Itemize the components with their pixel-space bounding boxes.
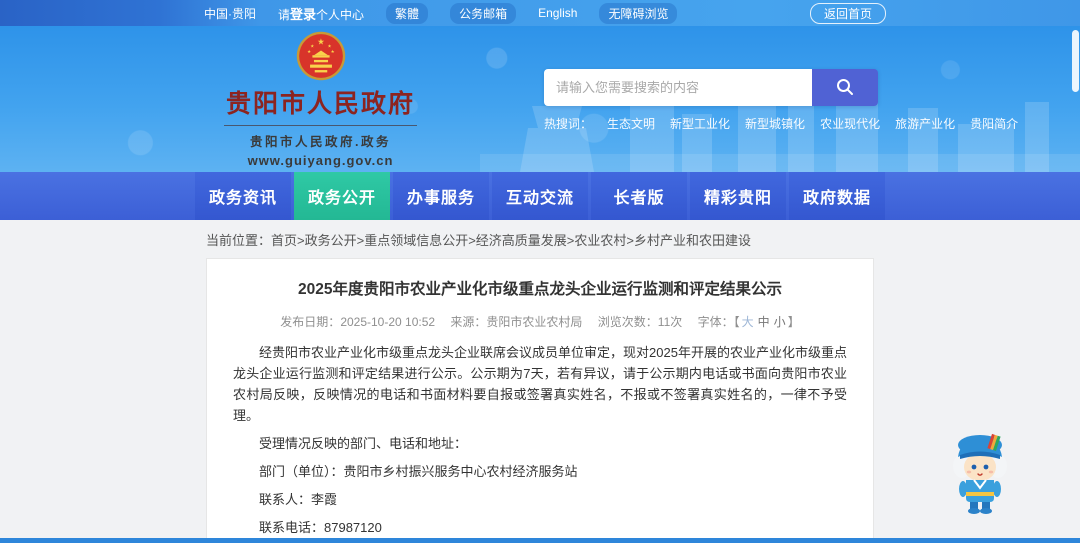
hot-search-link[interactable]: 农业现代化 (820, 115, 880, 132)
hot-search-link[interactable]: 旅游产业化 (895, 115, 955, 132)
return-home-button[interactable]: 返回首页 (809, 2, 886, 24)
hot-search-link[interactable]: 生态文明 (607, 115, 655, 132)
nav-item[interactable]: 政府数据 (789, 172, 885, 220)
search-input[interactable] (544, 68, 812, 106)
article-paragraph: 部门（单位）：贵阳市乡村振兴服务中心农村经济服务站 (259, 463, 578, 479)
nav-item[interactable]: 长者版 (591, 172, 687, 220)
bracket-close: 】 (787, 314, 800, 329)
login-bold: 登录 (290, 6, 317, 22)
main-content-area: 当前位置：首页>政务公开>重点领域信息公开>经济高质量发展>农业农村>乡村产业和… (0, 220, 1080, 543)
login-suffix: 个人中心 (316, 7, 365, 22)
hot-search-link[interactable]: 新型工业化 (670, 115, 730, 132)
search-area: 热搜词： 生态文明新型工业化新型城镇化农业现代化旅游产业化贵阳简介 (544, 68, 1018, 132)
breadcrumb: 当前位置：首页>政务公开>重点领域信息公开>经济高质量发展>农业农村>乡村产业和… (190, 220, 890, 258)
nav-item[interactable]: 政务资讯 (195, 172, 291, 220)
site-title: 贵阳市人民政府 (224, 81, 418, 126)
article-body: 经贵阳市农业产业化市级重点龙头企业联席会议成员单位审定，现对2025年开展的农业… (233, 342, 847, 543)
bracket-open: 【 (733, 314, 740, 329)
breadcrumb-label: 当前位置： (206, 233, 272, 248)
hot-search-bar: 热搜词： 生态文明 新型工业化 新型城镇化 农业现代化 旅游产业化 贵阳简介 (544, 115, 1018, 132)
hot-search-link[interactable]: 贵阳简介 (970, 115, 1018, 132)
bottom-blue-strip (0, 538, 1080, 543)
nav-item[interactable]: 互动交流 (492, 172, 588, 220)
breadcrumb-path[interactable]: 首页>政务公开>重点领域信息公开>经济高质量发展>农业农村>乡村产业和农田建设 (271, 233, 751, 248)
national-emblem-icon: ★ ★ ★ ★ ★ (296, 31, 345, 80)
search-icon (837, 79, 853, 95)
publish-date: 2025-10-20 10:52 (340, 314, 436, 329)
font-size-large-button[interactable]: 大 (742, 315, 754, 329)
main-navbar: 政务资讯 政务公开 办事服务 互动交流 长者版 精彩贵阳 政府数据 (0, 172, 1080, 220)
source-label: 来源： (450, 314, 487, 329)
scrollbar-thumb[interactable] (1072, 30, 1079, 92)
hot-search-link[interactable]: 新型城镇化 (745, 115, 805, 132)
nav-item[interactable]: 精彩贵阳 (690, 172, 786, 220)
article-paragraph: 联系人：李霞 (259, 491, 338, 507)
article-paragraph: 联系电话：87987120 (259, 519, 382, 535)
article-paragraph: 受理情况反映的部门、电话和地址： (259, 435, 468, 451)
topbar-link-gov-mail[interactable]: 公务邮箱 (450, 2, 517, 24)
nav-item[interactable]: 政务公开 (294, 172, 390, 220)
article-paragraph: 经贵阳市农业产业化市级重点龙头企业联席会议成员单位审定，现对2025年开展的农业… (233, 344, 847, 423)
font-size-small-button[interactable]: 小 (774, 315, 786, 329)
topbar-link-china-guiyang[interactable]: 中国·贵阳 (204, 5, 256, 22)
source-value: 贵阳市农业农村局 (486, 314, 583, 329)
mascot-assistant[interactable] (948, 430, 1012, 514)
nav-item[interactable]: 办事服务 (393, 172, 489, 220)
topbar-link-english[interactable]: English (538, 6, 577, 20)
article-title: 2025年度贵阳市农业产业化市级重点龙头企业运行监测和评定结果公示 (298, 281, 782, 298)
font-size-medium-button[interactable]: 中 (758, 315, 770, 329)
login-prefix: 请 (278, 7, 291, 22)
svg-text:★: ★ (317, 36, 325, 46)
topbar: 中国·贵阳 请登录个人中心 繁體 公务邮箱 English 无障碍浏览 返回首页 (0, 0, 1080, 26)
search-button[interactable] (812, 68, 878, 106)
article-meta: 发布日期：2025-10-20 10:52 来源：贵阳市农业农村局 浏览次数：1… (233, 313, 847, 330)
header-banner: ★ ★ ★ ★ ★ 贵阳市人民政府 贵阳市人民政府.政务 www.guiyang… (0, 26, 1080, 172)
site-subtitle: 贵阳市人民政府.政务 (250, 134, 391, 149)
font-size-label: 字体： (697, 314, 734, 329)
site-brand: ★ ★ ★ ★ ★ 贵阳市人民政府 贵阳市人民政府.政务 www.guiyang… (224, 31, 418, 168)
topbar-link-traditional[interactable]: 繁體 (386, 2, 429, 24)
hot-search-label: 热搜词： (544, 116, 593, 131)
topbar-link-accessibility[interactable]: 无障碍浏览 (599, 2, 678, 24)
publish-date-label: 发布日期： (280, 314, 341, 329)
views-value: 11次 (657, 314, 683, 329)
site-url: www.guiyang.gov.cn (247, 152, 394, 168)
topbar-login-link[interactable]: 请登录个人中心 (278, 4, 364, 23)
topbar-links: 中国·贵阳 请登录个人中心 繁體 公务邮箱 English 无障碍浏览 (190, 2, 678, 24)
views-label: 浏览次数： (597, 314, 658, 329)
article-card: 2025年度贵阳市农业产业化市级重点龙头企业运行监测和评定结果公示 发布日期：2… (206, 258, 874, 543)
